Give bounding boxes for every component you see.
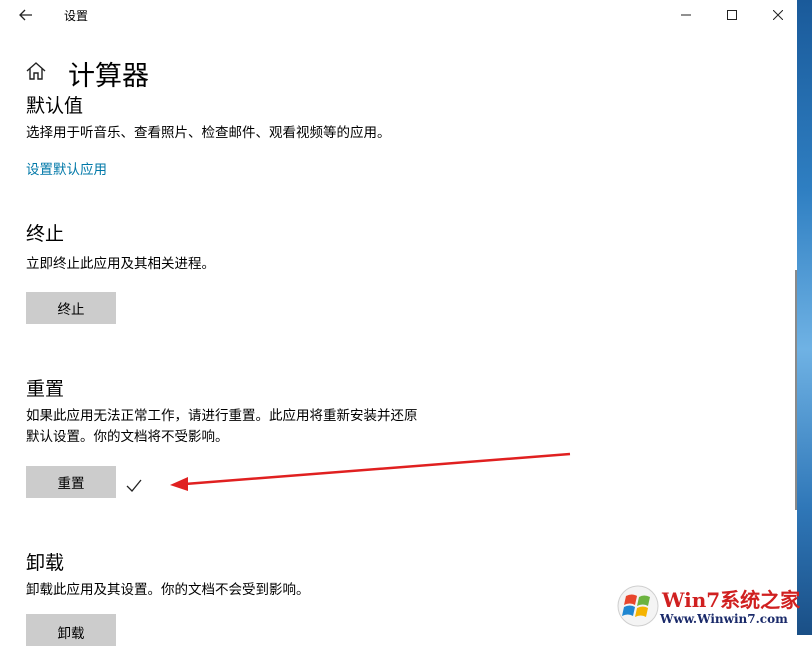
watermark-brand: Win7系统之家 bbox=[662, 588, 801, 612]
reset-button[interactable]: 重置 bbox=[26, 466, 116, 498]
set-default-apps-link[interactable]: 设置默认应用 bbox=[26, 158, 107, 178]
page-title: 计算器 bbox=[68, 61, 149, 92]
terminate-button[interactable]: 终止 bbox=[26, 292, 116, 324]
close-button[interactable] bbox=[755, 0, 801, 30]
terminate-heading: 终止 bbox=[26, 223, 65, 245]
defaults-heading: 默认值 bbox=[26, 95, 84, 117]
reset-heading: 重置 bbox=[26, 378, 65, 400]
minimize-button[interactable] bbox=[663, 0, 709, 30]
title-bar: 设置 bbox=[0, 0, 797, 30]
home-icon[interactable] bbox=[25, 60, 47, 82]
checkmark-icon bbox=[126, 479, 142, 492]
maximize-button[interactable] bbox=[709, 0, 755, 30]
uninstall-description: 卸载此应用及其设置。你的文档不会受到影响。 bbox=[26, 582, 310, 598]
maximize-icon bbox=[727, 10, 737, 20]
desktop-background bbox=[797, 0, 812, 635]
arrow-left-icon bbox=[19, 9, 32, 21]
uninstall-heading: 卸载 bbox=[26, 552, 65, 574]
close-icon bbox=[773, 10, 783, 20]
annotation-arrow bbox=[170, 452, 571, 491]
reset-description-line1: 如果此应用无法正常工作，请进行重置。此应用将重新安装并还原 bbox=[26, 408, 418, 424]
watermark: Win7系统之家 Www.Winwin7.com bbox=[614, 582, 806, 632]
uninstall-button[interactable]: 卸载 bbox=[26, 614, 116, 646]
terminate-description: 立即终止此应用及其相关进程。 bbox=[26, 256, 215, 272]
minimize-icon bbox=[681, 14, 691, 16]
windows-logo-icon bbox=[617, 585, 659, 627]
scrollbar[interactable] bbox=[795, 270, 797, 510]
watermark-url: Www.Winwin7.com bbox=[660, 612, 788, 626]
reset-description-line2: 默认设置。你的文档将不受影响。 bbox=[26, 429, 229, 445]
defaults-description: 选择用于听音乐、查看照片、检查邮件、观看视频等的应用。 bbox=[26, 125, 391, 141]
window-title: 设置 bbox=[64, 9, 89, 23]
back-button[interactable] bbox=[12, 3, 40, 27]
